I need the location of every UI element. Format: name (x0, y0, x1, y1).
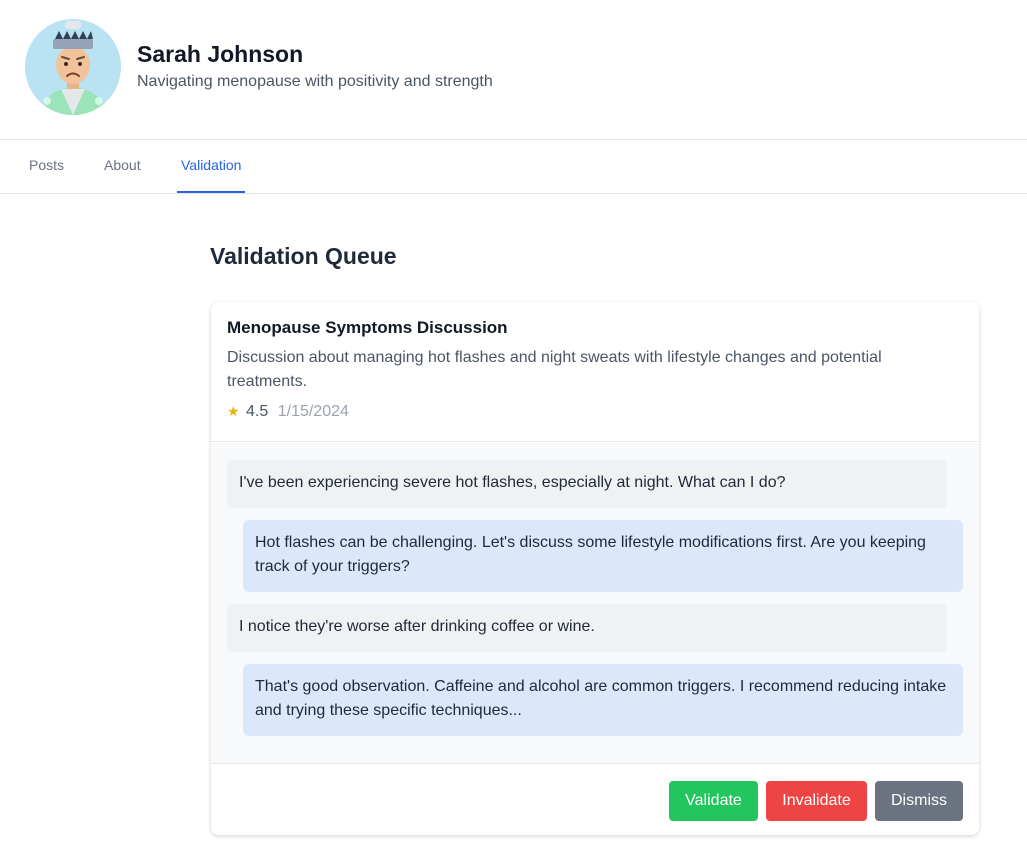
message-user: I've been experiencing severe hot flashe… (227, 460, 947, 508)
conversation-thread: I've been experiencing severe hot flashe… (211, 443, 979, 763)
post-title: Menopause Symptoms Discussion (227, 318, 508, 337)
post-meta: ★ 4.5 1/15/2024 (227, 403, 349, 421)
validation-card: Menopause Symptoms Discussion Discussion… (211, 302, 979, 835)
post-description: Discussion about managing hot flashes an… (227, 349, 882, 390)
invalidate-button[interactable]: Invalidate (766, 781, 867, 821)
validate-button[interactable]: Validate (669, 781, 758, 821)
avatar-illustration (25, 19, 121, 115)
message-assistant: Hot flashes can be challenging. Let's di… (243, 520, 963, 592)
dismiss-button[interactable]: Dismiss (875, 781, 963, 821)
post-date: 1/15/2024 (277, 403, 349, 420)
tab-posts[interactable]: Posts (29, 140, 64, 193)
message-assistant: That's good observation. Caffeine and al… (243, 664, 963, 736)
post-rating: 4.5 (246, 403, 269, 420)
tab-validation[interactable]: Validation (177, 140, 246, 193)
profile-bio: Navigating menopause with positivity and… (137, 73, 493, 90)
message-user: I notice they're worse after drinking co… (227, 604, 947, 652)
post-summary: Menopause Symptoms Discussion Discussion… (211, 302, 979, 442)
profile-name: Sarah Johnson (137, 41, 304, 67)
tab-bar: Posts About Validation (0, 140, 1027, 194)
star-icon: ★ (227, 403, 240, 419)
profile-header: Sarah Johnson Navigating menopause with … (0, 0, 1027, 140)
tab-about[interactable]: About (104, 140, 141, 193)
page-title: Validation Queue (210, 243, 397, 269)
avatar[interactable] (25, 19, 121, 115)
card-actions: Validate Invalidate Dismiss (211, 763, 979, 835)
